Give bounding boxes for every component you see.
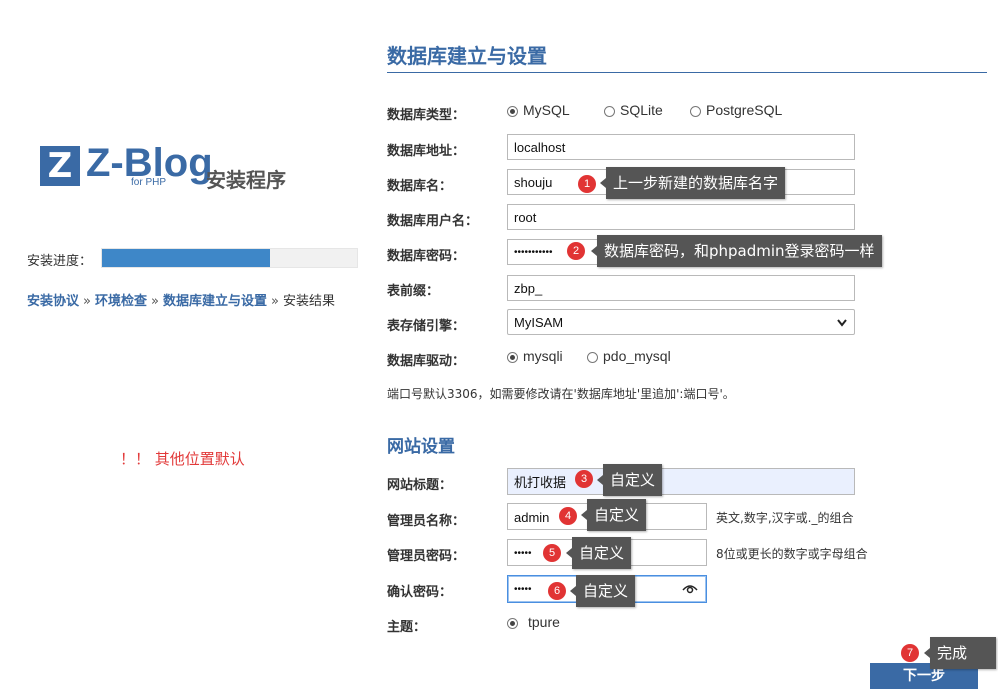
chevron-down-icon: [836, 310, 848, 346]
annotation-badge: 1: [578, 175, 596, 193]
eye-icon[interactable]: [682, 579, 698, 611]
annotation-tip: 完成: [924, 637, 996, 669]
logo-subtitle: for PHP: [131, 177, 167, 188]
db-name-label: 数据库名：: [387, 179, 453, 194]
radio-mysqli[interactable]: mysqli: [507, 348, 563, 364]
db-section-title: 数据库建立与设置: [387, 44, 547, 68]
radio-icon: [587, 351, 598, 363]
annotation-tip: 自定义: [569, 575, 636, 607]
radio-postgresql[interactable]: PostgreSQL: [690, 102, 782, 118]
annotation-badge: 4: [559, 507, 577, 525]
annotation-tip: 数据库密码，和phpadmin登录密码一样: [591, 235, 882, 267]
site-section-title: 网站设置: [387, 437, 455, 457]
db-driver-label: 数据库驱动：: [387, 354, 466, 369]
annotation-badge: 6: [548, 582, 566, 600]
annotation-tip: 自定义: [596, 464, 663, 496]
admin-name-hint: 英文,数字,汉字或._的组合: [716, 511, 854, 525]
db-pass-label: 数据库密码：: [387, 249, 466, 264]
annotation-badge: 2: [567, 242, 585, 260]
step-separator: »: [151, 294, 159, 309]
radio-selected-icon: [507, 617, 518, 629]
step-db-setup[interactable]: 数据库建立与设置: [163, 294, 267, 309]
db-host-label: 数据库地址：: [387, 144, 466, 159]
admin-pass-label: 管理员密码：: [387, 549, 466, 564]
annotation-badge: 7: [901, 644, 919, 662]
step-agreement[interactable]: 安装协议: [27, 294, 79, 309]
progress-fill: [102, 249, 271, 267]
port-hint: 端口号默认3306，如需要修改请在'数据库地址'里追加':端口号'。: [387, 387, 735, 401]
annotation-tip: 上一步新建的数据库名字: [599, 167, 786, 199]
annotation-note: ！！ 其他位置默认: [120, 450, 245, 468]
step-env-check[interactable]: 环境检查: [95, 294, 147, 309]
confirm-pass-value: •••••: [514, 584, 532, 595]
install-title: 安装程序: [206, 168, 286, 192]
storage-engine-label: 表存储引擎：: [387, 319, 466, 334]
step-separator: »: [83, 294, 91, 309]
storage-engine-value: MyISAM: [514, 315, 564, 330]
admin-pass-hint: 8位或更长的数字或字母组合: [716, 547, 868, 561]
progress-label: 安装进度：: [27, 254, 93, 269]
annotation-badge: 3: [575, 470, 593, 488]
radio-selected-icon: [507, 105, 518, 117]
theme-label: 主题：: [387, 620, 427, 635]
radio-theme-tpure[interactable]: tpure: [507, 614, 560, 630]
db-host-input[interactable]: localhost: [507, 134, 855, 160]
db-user-input[interactable]: root: [507, 204, 855, 230]
logo-mark: Z: [40, 146, 80, 186]
table-prefix-label: 表前缀：: [387, 284, 440, 299]
db-user-label: 数据库用户名：: [387, 214, 479, 229]
step-result: 安装结果: [282, 294, 335, 309]
radio-icon: [690, 105, 701, 117]
radio-icon: [604, 105, 615, 117]
step-separator: »: [270, 294, 279, 309]
site-title-label: 网站标题：: [387, 478, 453, 493]
storage-engine-select[interactable]: MyISAM: [507, 309, 855, 335]
site-title-input[interactable]: 机打收据: [507, 468, 855, 495]
admin-name-label: 管理员名称：: [387, 514, 466, 529]
radio-selected-icon: [507, 351, 518, 363]
annotation-tip: 自定义: [580, 499, 647, 531]
table-prefix-input[interactable]: zbp_: [507, 275, 855, 301]
annotation-tip: 自定义: [565, 537, 632, 569]
step-breadcrumb: 安装协议» 环境检查» 数据库建立与设置» 安装结果: [27, 290, 335, 309]
radio-pdo-mysql[interactable]: pdo_mysql: [587, 348, 671, 364]
radio-mysql[interactable]: MySQL: [507, 102, 570, 118]
annotation-badge: 5: [543, 544, 561, 562]
radio-sqlite[interactable]: SQLite: [604, 102, 663, 118]
confirm-pass-label: 确认密码：: [387, 585, 453, 600]
db-type-label: 数据库类型：: [387, 108, 466, 123]
section-divider: [387, 72, 987, 73]
progress-bar: [101, 248, 358, 268]
